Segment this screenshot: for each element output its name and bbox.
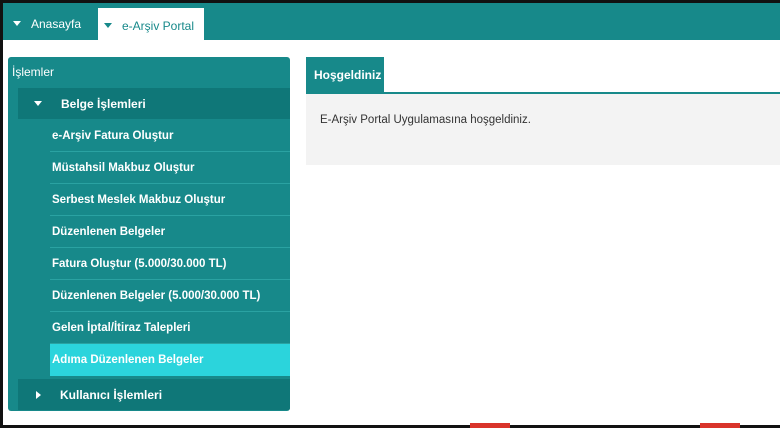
sidebar-item-mustahsil-makbuz-olustur[interactable]: Müstahsil Makbuz Oluştur bbox=[50, 152, 290, 184]
main-tab-bar: Hoşgeldiniz bbox=[306, 57, 780, 94]
sidebar-group-label: Belge İşlemleri bbox=[61, 96, 146, 111]
top-nav-bar: Anasayfa e-Arşiv Portal bbox=[3, 3, 780, 43]
sidebar-item-adima-duzenlenen-belgeler[interactable]: Adıma Düzenlenen Belgeler bbox=[50, 344, 290, 376]
sidebar-group-kullanici-islemleri[interactable]: Kullanıcı İşlemleri bbox=[18, 379, 290, 410]
sidebar-item-serbest-meslek-makbuz-olustur[interactable]: Serbest Meslek Makbuz Oluştur bbox=[50, 184, 290, 216]
nav-tab-home-label: Anasayfa bbox=[31, 16, 82, 31]
chevron-down-icon bbox=[13, 21, 21, 26]
nav-tab-portal-label: e-Arşiv Portal bbox=[122, 18, 195, 33]
nav-tab-home[interactable]: Anasayfa bbox=[13, 7, 81, 40]
sidebar-item-duzenlenen-belgeler-limit[interactable]: Düzenlenen Belgeler (5.000/30.000 TL) bbox=[50, 280, 290, 312]
sidebar-item-duzenlenen-belgeler[interactable]: Düzenlenen Belgeler bbox=[50, 216, 290, 248]
sidebar-group-belge-islemleri[interactable]: Belge İşlemleri bbox=[18, 88, 290, 119]
nav-tab-earsiv-portal[interactable]: e-Arşiv Portal bbox=[98, 8, 204, 43]
sidebar-item-list: e-Arşiv Fatura Oluştur Müstahsil Makbuz … bbox=[50, 120, 290, 376]
decorative-mark bbox=[470, 423, 510, 428]
main-panel: Hoşgeldiniz E-Arşiv Portal Uygulamasına … bbox=[306, 57, 780, 165]
sidebar-item-fatura-olustur-limit[interactable]: Fatura Oluştur (5.000/30.000 TL) bbox=[50, 248, 290, 280]
sidebar-menu: İşlemler Belge İşlemleri e-Arşiv Fatura … bbox=[8, 57, 290, 411]
chevron-right-icon bbox=[36, 390, 41, 399]
tab-hosgeldiniz[interactable]: Hoşgeldiniz bbox=[306, 57, 384, 94]
welcome-message: E-Arşiv Portal Uygulamasına hoşgeldiniz. bbox=[320, 114, 531, 126]
sidebar-item-gelen-iptal-itiraz[interactable]: Gelen İptal/İtiraz Talepleri bbox=[50, 312, 290, 344]
decorative-mark bbox=[700, 423, 740, 428]
chevron-down-icon bbox=[34, 101, 42, 106]
sidebar-group-label: Kullanıcı İşlemleri bbox=[60, 387, 163, 402]
chevron-down-icon bbox=[104, 23, 112, 28]
sidebar-item-earsiv-fatura-olustur[interactable]: e-Arşiv Fatura Oluştur bbox=[50, 120, 290, 152]
sidebar-title: İşlemler bbox=[12, 65, 55, 79]
